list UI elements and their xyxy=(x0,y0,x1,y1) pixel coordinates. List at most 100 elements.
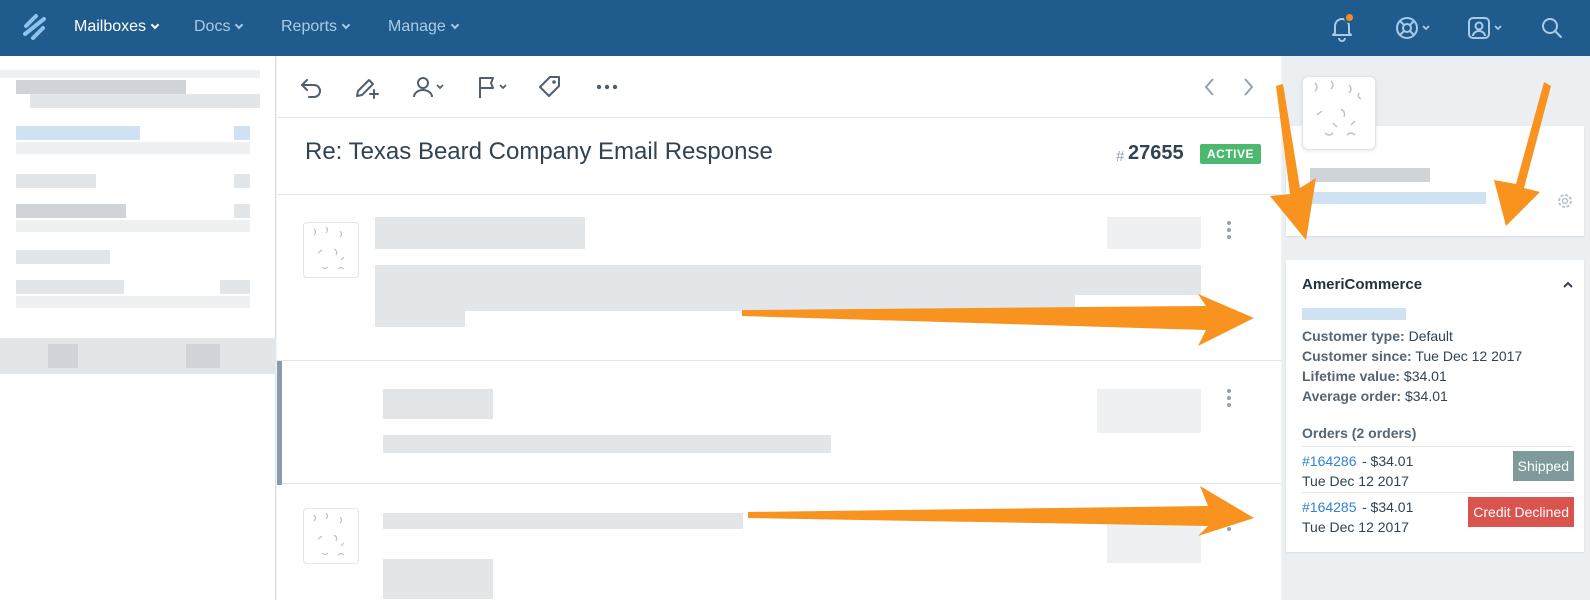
blurred-customer-email[interactable] xyxy=(1310,192,1486,204)
field-label: Lifetime value: xyxy=(1302,368,1401,384)
note-indicator xyxy=(277,361,282,485)
previous-chevron-icon[interactable] xyxy=(1201,74,1219,100)
app-title: AmeriCommerce xyxy=(1302,276,1423,293)
blurred-content xyxy=(375,217,585,249)
tag-icon[interactable] xyxy=(537,74,563,100)
next-chevron-icon[interactable] xyxy=(1239,74,1257,100)
gear-icon[interactable] xyxy=(1556,192,1574,210)
blurred-content xyxy=(383,389,493,419)
blurred-content xyxy=(0,70,260,78)
chevron-down-icon xyxy=(341,20,351,30)
order-date: Tue Dec 12 2017 xyxy=(1302,519,1409,535)
conversation-toolbar xyxy=(277,56,1281,118)
conversation-thread xyxy=(277,195,1281,600)
order-number-link[interactable]: #164285 xyxy=(1302,499,1357,515)
field-label: Customer type: xyxy=(1302,328,1405,344)
nav-manage[interactable]: Manage xyxy=(388,18,460,36)
blurred-content xyxy=(16,250,110,264)
blurred-content xyxy=(375,295,1075,311)
blurred-content xyxy=(234,174,250,188)
orders-heading: Orders (2 orders) xyxy=(1302,425,1417,441)
ticket-number: 27655 xyxy=(1128,142,1184,164)
blurred-content xyxy=(16,220,250,232)
blurred-content xyxy=(16,204,126,218)
chevron-down-icon xyxy=(450,20,460,30)
order-amount: - $34.01 xyxy=(1362,499,1414,515)
average-order-field: Average order: $34.01 xyxy=(1302,388,1448,404)
blurred-content xyxy=(30,94,260,108)
blurred-content xyxy=(375,311,465,327)
thread-message xyxy=(277,360,1281,485)
help-lifebuoy-icon[interactable] xyxy=(1394,13,1436,43)
blurred-content xyxy=(234,126,250,140)
helpscout-logo-icon[interactable] xyxy=(20,12,50,42)
nav-mailboxes-label: Mailboxes xyxy=(74,18,147,35)
flag-status-icon[interactable] xyxy=(475,74,511,100)
field-value: $34.01 xyxy=(1403,368,1447,384)
lifetime-value-field: Lifetime value: $34.01 xyxy=(1302,368,1447,384)
avatar-pattern-icon xyxy=(1314,80,1362,136)
blurred-content xyxy=(1107,217,1201,249)
conversation-header: Re: Texas Beard Company Email Response #… xyxy=(277,118,1281,195)
blurred-customer-link[interactable] xyxy=(1302,308,1406,320)
field-label: Average order: xyxy=(1302,388,1402,404)
blurred-content xyxy=(220,280,250,294)
reply-icon[interactable] xyxy=(299,74,325,100)
blurred-content xyxy=(16,174,96,188)
blurred-content xyxy=(0,338,276,374)
notification-dot xyxy=(1344,12,1355,23)
blurred-content xyxy=(186,344,220,368)
blurred-content xyxy=(48,344,78,368)
field-value: $34.01 xyxy=(1404,388,1448,404)
nav-reports[interactable]: Reports xyxy=(281,18,351,36)
ticket-number-prefix: # xyxy=(1116,148,1125,165)
nav-reports-label: Reports xyxy=(281,18,338,35)
status-badge[interactable]: ACTIVE xyxy=(1200,144,1262,164)
avatar xyxy=(303,508,359,564)
customer-since-field: Customer since: Tue Dec 12 2017 xyxy=(1302,348,1522,364)
customer-avatar xyxy=(1302,76,1376,150)
order-row: #164286 - $34.01 Tue Dec 12 2017 Shipped xyxy=(1302,446,1574,492)
nav-docs[interactable]: Docs xyxy=(194,18,244,36)
message-more-icon[interactable] xyxy=(1227,221,1231,242)
blurred-content xyxy=(1097,389,1201,433)
search-icon[interactable] xyxy=(1538,13,1566,43)
nav-docs-label: Docs xyxy=(194,18,231,35)
user-profile-icon[interactable] xyxy=(1466,13,1508,43)
blurred-customer-name xyxy=(1310,168,1430,182)
top-navigation-bar: Mailboxes Docs Reports Manage xyxy=(0,0,1590,56)
assign-user-icon[interactable] xyxy=(411,74,447,100)
message-more-icon[interactable] xyxy=(1227,389,1231,410)
avatar-pattern-icon xyxy=(313,512,345,556)
blurred-content xyxy=(16,280,124,294)
message-more-icon[interactable] xyxy=(1227,513,1231,534)
field-value: Default xyxy=(1408,328,1453,344)
order-number-link[interactable]: #164286 xyxy=(1302,453,1357,469)
nav-manage-label: Manage xyxy=(388,18,446,35)
blurred-content xyxy=(1107,513,1201,563)
customer-type-field: Customer type: Default xyxy=(1302,328,1453,344)
blurred-content xyxy=(234,204,250,218)
chevron-down-icon xyxy=(150,20,160,30)
field-value: Tue Dec 12 2017 xyxy=(1415,348,1523,364)
blurred-content xyxy=(16,142,250,154)
order-status-badge: Shipped xyxy=(1512,451,1574,481)
nav-mailboxes[interactable]: Mailboxes xyxy=(74,18,160,36)
avatar-pattern-icon xyxy=(313,226,345,270)
conversation-subject: Re: Texas Beard Company Email Response xyxy=(305,138,773,165)
chevron-down-icon xyxy=(235,20,244,30)
order-amount: - $34.01 xyxy=(1362,453,1414,469)
mailbox-sidebar xyxy=(0,56,276,600)
note-pencil-icon[interactable] xyxy=(353,74,381,100)
field-label: Customer since: xyxy=(1302,348,1412,364)
avatar xyxy=(303,222,359,278)
collapse-chevron-icon[interactable] xyxy=(1562,280,1574,290)
more-options-icon[interactable] xyxy=(595,74,619,100)
order-row: #164285 - $34.01 Tue Dec 12 2017 Credit … xyxy=(1302,492,1574,538)
blurred-content xyxy=(383,513,743,529)
customer-sidebar: AmeriCommerce Customer type: Default Cus… xyxy=(1282,56,1590,600)
blurred-content xyxy=(16,126,140,140)
blurred-content xyxy=(375,265,1201,295)
blurred-content xyxy=(383,559,493,599)
blurred-content xyxy=(383,435,831,453)
